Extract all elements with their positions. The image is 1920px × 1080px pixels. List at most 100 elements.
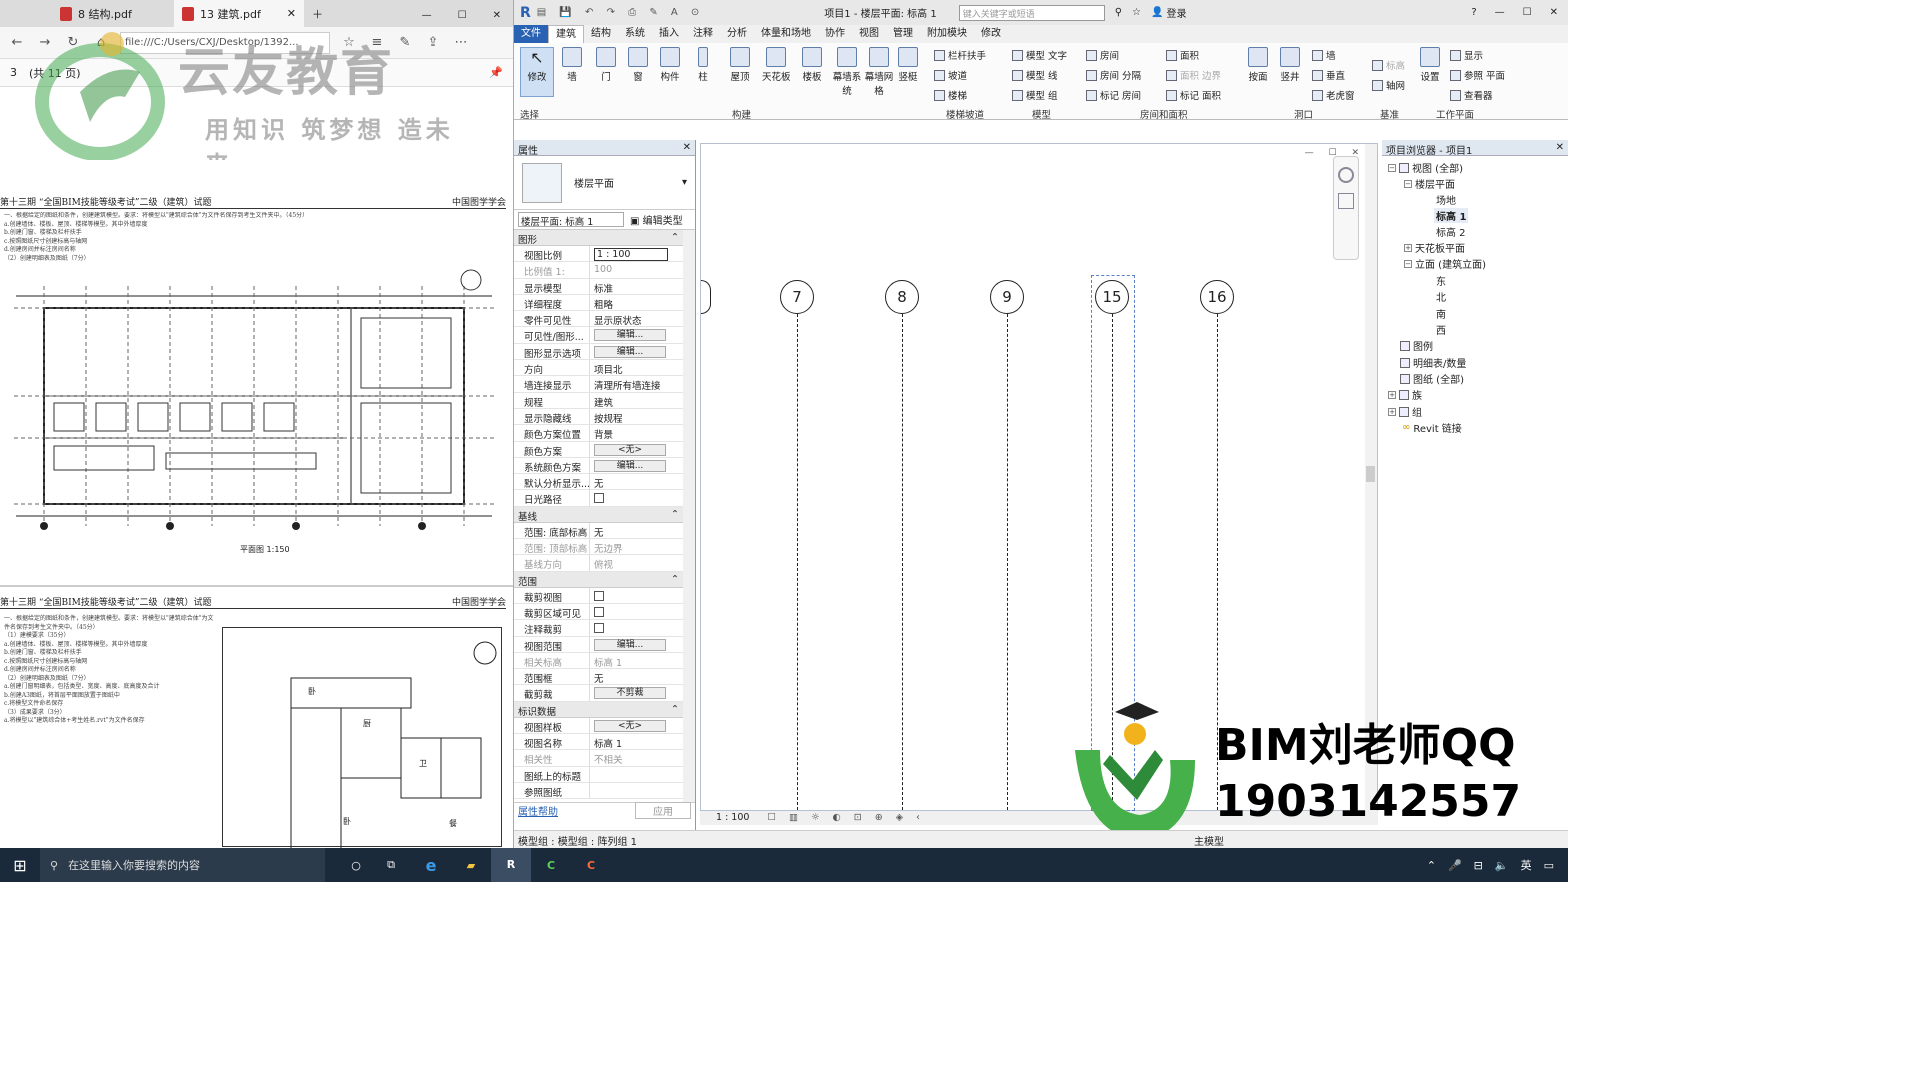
property-value-text[interactable]: 1 : 100 (594, 248, 668, 261)
collapse-icon[interactable]: − (1404, 259, 1412, 268)
railing-button[interactable]: 栏杆扶手 (934, 48, 986, 62)
property-value-text[interactable]: 清理所有墙连接 (594, 381, 661, 391)
revit-taskbar-icon[interactable]: R (491, 848, 531, 882)
roof-button[interactable]: 屋顶 (730, 47, 750, 83)
modify-button[interactable]: ↖ 修改 (520, 47, 554, 97)
input-language[interactable]: 英 (1521, 857, 1532, 873)
collapse-icon[interactable]: ⌃ (671, 574, 679, 585)
collapse-icon[interactable]: ⌃ (671, 232, 679, 243)
property-value-text[interactable]: 建筑 (594, 398, 613, 408)
property-value-text[interactable]: 标高 1 (594, 739, 622, 749)
apply-button[interactable]: 应用 (635, 802, 691, 819)
pen-icon[interactable]: ✎ (396, 35, 414, 50)
more-icon[interactable]: ⋯ (452, 35, 470, 50)
maximize-icon[interactable]: ☐ (458, 10, 467, 21)
tree-schedules[interactable]: 明细表/数量 (1400, 355, 1466, 370)
edge-icon[interactable]: e (411, 856, 451, 875)
tab-modify[interactable]: 修改 (974, 25, 1008, 43)
property-edit-button[interactable]: 编辑... (594, 329, 666, 342)
property-value-text[interactable]: 无 (594, 528, 604, 538)
section-identity[interactable]: 标识数据 ⌃ (514, 701, 683, 718)
property-edit-button[interactable]: <无> (594, 719, 666, 732)
tree-ceiling-plans[interactable]: + 天花板平面 (1404, 240, 1465, 255)
property-edit-button[interactable]: 编辑... (594, 345, 666, 358)
expand-icon[interactable]: + (1388, 390, 1396, 399)
instance-filter-dropdown[interactable]: 楼层平面: 标高 1 (518, 212, 624, 228)
camtasia-icon[interactable]: C (531, 859, 571, 872)
tab-annotate[interactable]: 注释 (686, 25, 720, 43)
tree-level-1[interactable]: 标高 1 (1434, 208, 1469, 223)
user-icon[interactable]: 👤 (1151, 7, 1163, 18)
tab-addins[interactable]: 附加模块 (920, 25, 974, 43)
property-value-text[interactable]: 按规程 (594, 414, 623, 424)
shaft-button[interactable]: 竖井 (1280, 47, 1300, 83)
tray-chevron-icon[interactable]: ⌃ (1427, 859, 1436, 872)
steering-wheel-icon[interactable] (1338, 167, 1354, 183)
property-edit-button[interactable]: 编辑... (594, 459, 666, 472)
door-button[interactable]: 门 (596, 47, 616, 83)
tab-view[interactable]: 视图 (852, 25, 886, 43)
help-icon[interactable]: ? (1471, 7, 1476, 18)
tab-architecture[interactable]: 建筑 (548, 25, 584, 43)
viewer-button[interactable]: 查看器 (1450, 88, 1493, 102)
window-button[interactable]: 窗 (628, 47, 648, 83)
mullion-button[interactable]: 竖梃 (898, 47, 918, 83)
properties-help-link[interactable]: 属性帮助 (518, 803, 558, 818)
property-checkbox[interactable] (594, 606, 604, 617)
login-button[interactable]: 登录 (1166, 5, 1186, 20)
zoom-icon[interactable] (1338, 193, 1354, 209)
grid-line-9[interactable] (1007, 314, 1008, 810)
tab-structure-pdf[interactable]: 8 结构.pdf (52, 0, 174, 27)
drawing-canvas[interactable]: — ☐ ✕ 7 8 9 15 16 (700, 143, 1378, 812)
property-value-text[interactable]: 粗略 (594, 300, 613, 310)
property-value-text[interactable]: 标准 (594, 284, 613, 294)
active-workset[interactable]: 主模型 (1194, 833, 1224, 848)
maximize-icon[interactable]: ☐ (1523, 7, 1532, 18)
tree-sheets[interactable]: 图纸 (全部) (1400, 371, 1464, 386)
tree-floor-plans[interactable]: − 楼层平面 (1404, 176, 1455, 191)
component-button[interactable]: 构件 (660, 47, 680, 83)
volume-icon[interactable]: 🔈 (1495, 859, 1509, 872)
property-edit-button[interactable]: 编辑... (594, 638, 666, 651)
expand-icon[interactable]: + (1388, 407, 1396, 416)
collapse-icon[interactable]: ⌃ (671, 704, 679, 715)
tab-massing-site[interactable]: 体量和场地 (754, 25, 818, 43)
task-view-icon[interactable]: ⧉ (371, 858, 411, 872)
tree-elevation-east[interactable]: 东 (1436, 273, 1446, 288)
share-icon[interactable]: ⇪ (424, 35, 442, 50)
tab-architecture-pdf[interactable]: 13 建筑.pdf ✕ (174, 0, 304, 27)
tree-elevation-north[interactable]: 北 (1436, 289, 1446, 304)
scrollbar-thumb[interactable] (1366, 466, 1375, 482)
property-edit-button[interactable]: <无> (594, 443, 666, 456)
close-icon[interactable]: ✕ (493, 10, 501, 21)
by-face-button[interactable]: 按面 (1248, 47, 1268, 83)
search-input[interactable]: 键入关键字或短语 (958, 4, 1105, 21)
taskbar-search-box[interactable]: ⚲ 在这里输入你要搜索的内容 (40, 848, 325, 882)
recorder-icon[interactable]: C (571, 859, 611, 872)
address-bar[interactable]: file:///C:/Users/CXJ/Desktop/1392... (120, 31, 330, 54)
collapse-icon[interactable]: − (1388, 163, 1396, 172)
floor-button[interactable]: 楼板 (802, 47, 822, 83)
tree-families[interactable]: + 族 (1388, 387, 1422, 402)
page-number-input[interactable]: 3 (10, 66, 17, 79)
tab-manage[interactable]: 管理 (886, 25, 920, 43)
notification-icon[interactable]: ▭ (1544, 859, 1554, 872)
tree-site[interactable]: 场地 (1436, 192, 1456, 207)
ceiling-button[interactable]: 天花板 (762, 47, 791, 83)
tree-level-2[interactable]: 标高 2 (1436, 224, 1466, 239)
tab-structure[interactable]: 结构 (584, 25, 618, 43)
property-value-text[interactable]: 项目北 (594, 365, 623, 375)
tag-room-button[interactable]: 标记 房间 (1086, 88, 1141, 102)
grid-bubble-7[interactable]: 7 (780, 280, 814, 314)
group-label-room-area[interactable]: 房间和面积 (1140, 107, 1188, 121)
section-base[interactable]: 基线 ⌃ (514, 506, 683, 523)
property-value-text[interactable]: 显示原状态 (594, 316, 642, 326)
network-icon[interactable]: ⊟ (1474, 859, 1483, 872)
tree-groups[interactable]: + 组 (1388, 404, 1422, 419)
home-icon[interactable]: ⌂ (92, 35, 110, 50)
tree-elevation-west[interactable]: 西 (1436, 322, 1446, 337)
grid-bubble-16[interactable]: 16 (1200, 280, 1234, 314)
model-group-button[interactable]: 模型 组 (1012, 88, 1058, 102)
grid-button[interactable]: 轴网 (1372, 78, 1405, 92)
section-graphics[interactable]: 图形 ⌃ (514, 230, 683, 246)
